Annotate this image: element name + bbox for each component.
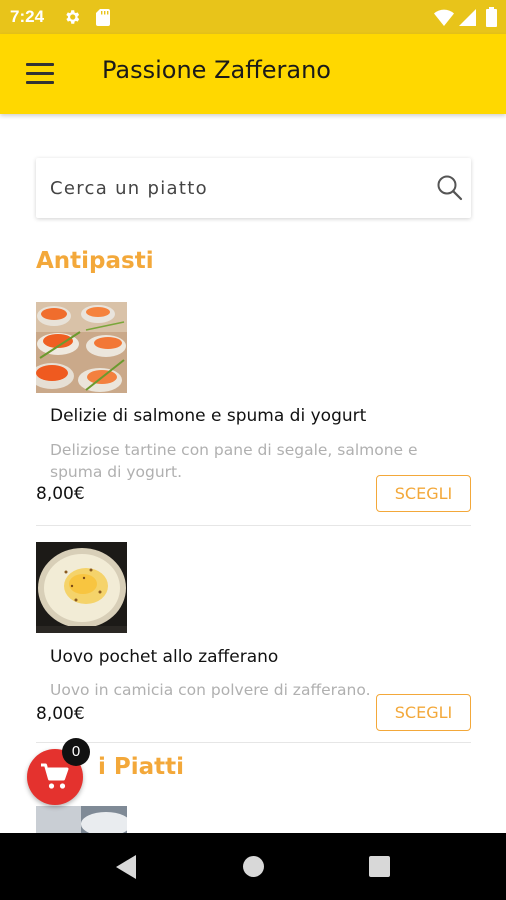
cart-icon bbox=[41, 763, 69, 789]
sd-card-icon bbox=[96, 9, 110, 26]
search-icon[interactable] bbox=[436, 174, 463, 201]
dish-price: 8,00€ bbox=[36, 704, 85, 724]
dish-price: 8,00€ bbox=[36, 484, 85, 504]
dish-image-salmon[interactable] bbox=[36, 302, 127, 393]
choose-button[interactable]: SCEGLI bbox=[376, 475, 471, 512]
gear-icon bbox=[66, 10, 80, 24]
dish-name[interactable]: Delizie di salmone e spuma di yogurt bbox=[50, 406, 366, 426]
status-time: 7:24 bbox=[10, 7, 45, 26]
menu-content[interactable]: Antipasti Delizie di salmone e spuma di … bbox=[0, 114, 506, 833]
status-bar: 7:24 bbox=[0, 0, 506, 34]
battery-icon bbox=[486, 7, 497, 27]
menu-icon[interactable] bbox=[26, 63, 54, 85]
cart-count-badge: 0 bbox=[62, 738, 90, 766]
navigation-bar bbox=[0, 833, 506, 900]
signal-icon bbox=[459, 9, 476, 26]
choose-button[interactable]: SCEGLI bbox=[376, 694, 471, 731]
section-title-antipasti: Antipasti bbox=[36, 248, 154, 274]
app-bar: Passione Zafferano bbox=[0, 34, 506, 114]
section-title-piatti: i Piatti bbox=[98, 754, 185, 780]
divider bbox=[36, 742, 471, 743]
wifi-icon bbox=[434, 9, 454, 26]
dish-name[interactable]: Uovo pochet allo zafferano bbox=[50, 647, 278, 667]
recent-apps-icon[interactable] bbox=[369, 856, 390, 877]
search-input[interactable] bbox=[50, 168, 420, 208]
divider bbox=[36, 525, 471, 526]
dish-image-egg[interactable] bbox=[36, 542, 127, 633]
dish-image-partial[interactable] bbox=[36, 806, 127, 833]
back-icon[interactable] bbox=[116, 855, 138, 879]
search-bar bbox=[36, 158, 471, 218]
app-title: Passione Zafferano bbox=[102, 56, 331, 84]
home-icon[interactable] bbox=[243, 856, 264, 877]
